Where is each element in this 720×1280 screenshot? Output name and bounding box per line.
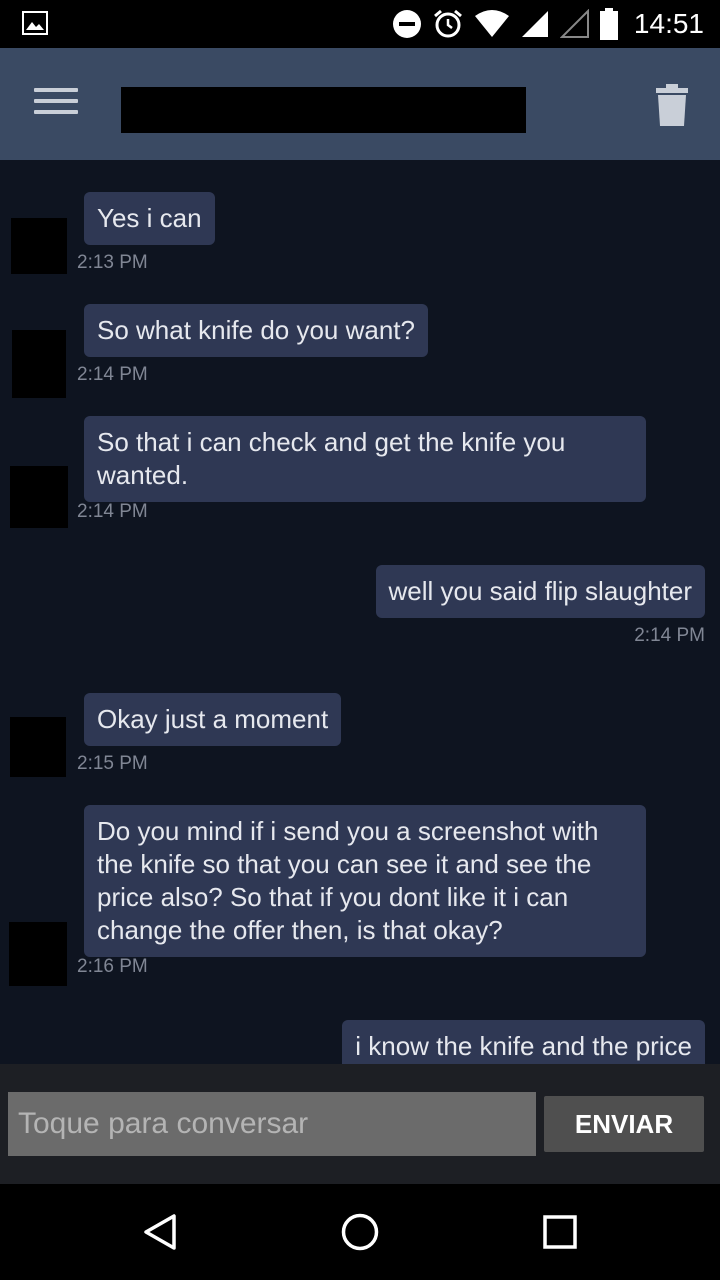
status-bar: 14:51 <box>0 0 720 48</box>
message-timestamp: 2:14 PM <box>634 625 705 646</box>
alarm-icon <box>433 9 462 38</box>
message-bubble-received[interactable]: So what knife do you want? <box>84 304 428 357</box>
message-composer: ENVIAR <box>0 1064 720 1184</box>
avatar[interactable] <box>9 922 67 986</box>
message-bubble-received[interactable]: Yes i can <box>84 192 215 245</box>
message-bubble-sent[interactable]: i know the knife and the price <box>342 1020 705 1064</box>
recents-icon[interactable] <box>540 1212 580 1252</box>
battery-icon <box>599 8 618 40</box>
message-timestamp: 2:14 PM <box>77 364 148 385</box>
cell-signal-icon <box>521 11 548 37</box>
message-input[interactable] <box>8 1092 536 1156</box>
back-icon[interactable] <box>140 1212 180 1252</box>
message-bubble-received[interactable]: So that i can check and get the knife yo… <box>84 416 646 502</box>
avatar[interactable] <box>10 466 68 528</box>
trash-icon[interactable] <box>652 82 692 128</box>
do-not-disturb-icon <box>392 10 421 38</box>
chat-history[interactable]: Yes i can 2:13 PM So what knife do you w… <box>0 160 720 1064</box>
hamburger-menu-icon[interactable] <box>34 88 78 120</box>
avatar[interactable] <box>12 330 66 398</box>
cell-signal-empty-icon <box>559 9 589 38</box>
send-button[interactable]: ENVIAR <box>544 1096 704 1152</box>
message-timestamp: 2:14 PM <box>77 501 148 522</box>
home-icon[interactable] <box>340 1212 380 1252</box>
message-timestamp: 2:13 PM <box>77 252 148 273</box>
avatar[interactable] <box>10 717 66 777</box>
redacted-contact-name <box>121 87 526 133</box>
message-timestamp: 2:15 PM <box>77 753 148 774</box>
wifi-icon <box>474 10 509 37</box>
message-timestamp: 2:16 PM <box>77 956 148 977</box>
app-toolbar <box>0 48 720 160</box>
message-bubble-sent[interactable]: well you said flip slaughter <box>375 565 705 618</box>
message-bubble-received[interactable]: Okay just a moment <box>84 693 342 746</box>
image-notification-icon <box>22 11 48 35</box>
message-bubble-received[interactable]: Do you mind if i send you a screenshot w… <box>84 805 646 957</box>
avatar[interactable] <box>11 218 67 274</box>
clock: 14:51 <box>633 8 704 39</box>
navigation-bar <box>0 1184 720 1280</box>
